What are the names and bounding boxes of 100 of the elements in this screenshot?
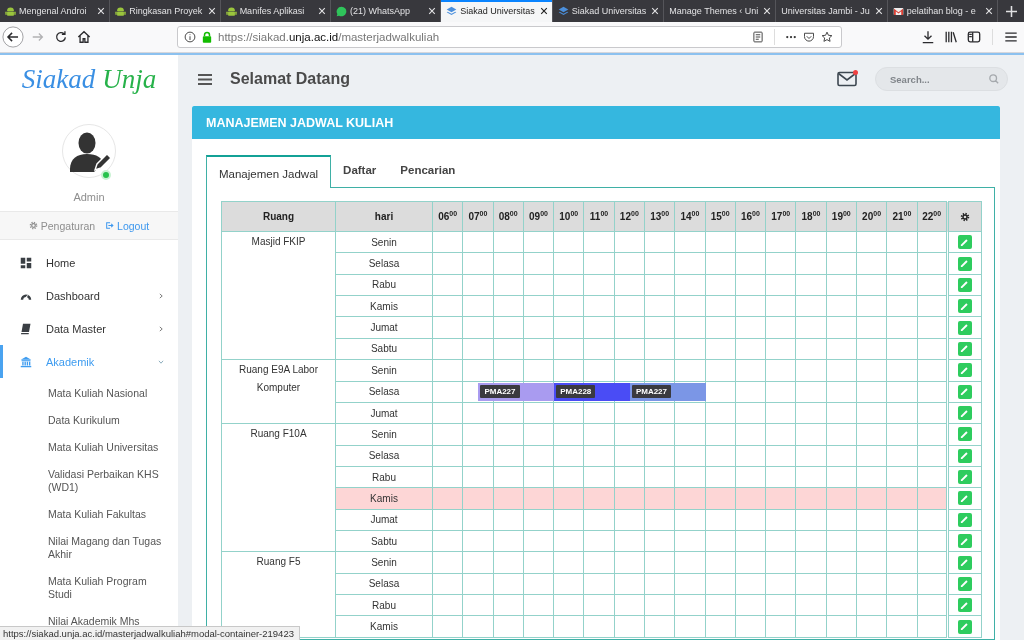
- day-cell: Selasa: [335, 445, 433, 467]
- user-name: Admin: [73, 191, 105, 203]
- day-cell: Senin: [335, 551, 433, 574]
- info-icon[interactable]: [184, 31, 196, 43]
- tab[interactable]: Manajemen Jadwal: [206, 155, 332, 188]
- reader-view-icon[interactable]: [752, 31, 764, 43]
- day-cell: Jumat: [335, 402, 433, 424]
- panel-title: MANAJEMEN JADWAL KULIAH: [192, 106, 1000, 139]
- plus-icon: [1005, 5, 1017, 17]
- column-header: 13$^{00}$: [644, 201, 675, 232]
- day-cell: Kamis: [335, 615, 433, 638]
- download-icon[interactable]: [921, 30, 935, 44]
- column-header: 14$^{00}$: [674, 201, 706, 232]
- pencil-icon: [960, 259, 970, 269]
- reload-icon[interactable]: [54, 30, 68, 44]
- submenu-item[interactable]: Mata Kuliah Fakultas: [0, 501, 178, 521]
- pencil-icon: [960, 494, 970, 503]
- status-bar: https://siakad.unja.ac.id/masterjadwalkuliah#modal-container-219423: [0, 626, 300, 640]
- day-cell: Rabu: [335, 594, 433, 616]
- close-icon[interactable]: [539, 7, 548, 15]
- menu-item[interactable]: Dashboard: [0, 279, 178, 312]
- day-cell: Selasa: [335, 573, 433, 595]
- menu-icon[interactable]: [198, 73, 212, 85]
- submenu-item[interactable]: Mata Kuliah Nasional: [0, 380, 178, 400]
- chevron-right-icon: [158, 325, 164, 332]
- robot-icon: [225, 5, 237, 17]
- avatar-icon: [62, 124, 116, 178]
- day-cell: Senin: [335, 423, 433, 446]
- back-icon[interactable]: [2, 26, 24, 48]
- logo-text: Siakad Unja: [20, 62, 158, 96]
- day-cell: Rabu: [335, 274, 433, 296]
- day-cell: Sabtu: [335, 338, 433, 360]
- pencil-icon: [960, 365, 970, 375]
- pencil-icon: [960, 429, 970, 439]
- schedule-bar[interactable]: PMA228: [554, 382, 630, 401]
- column-header: 21$^{00}$: [886, 201, 917, 232]
- day-cell: Kamis: [335, 295, 433, 317]
- bank-icon: [20, 355, 32, 368]
- pencil-icon: [960, 472, 970, 482]
- column-header: hari: [335, 201, 433, 232]
- column-header: 12$^{00}$: [614, 201, 645, 232]
- course-code-label: PMA227: [480, 385, 520, 399]
- submenu-item[interactable]: Validasi Perbaikan KHS (WD1): [0, 461, 178, 494]
- column-header: 16$^{00}$: [735, 201, 766, 232]
- layers-icon: [446, 5, 458, 17]
- tab[interactable]: Pencarian: [388, 155, 468, 187]
- chat-bubble-icon: [335, 5, 347, 17]
- column-header: 20$^{00}$: [856, 201, 887, 232]
- home-icon[interactable]: [77, 30, 91, 44]
- column-header: 10$^{00}$: [553, 201, 584, 232]
- column-header: 17$^{00}$: [765, 201, 796, 232]
- gear-icon: [959, 211, 970, 222]
- star-icon[interactable]: [821, 31, 833, 43]
- address-bar[interactable]: https://siakad.unja.ac.id/masterjadwalkuliah: [177, 26, 842, 48]
- pencil-icon: [960, 344, 970, 354]
- menu-icon[interactable]: [1004, 30, 1018, 44]
- tab[interactable]: Daftar: [331, 155, 389, 187]
- course-code-label: PMA227: [631, 385, 671, 399]
- day-cell: Jumat: [335, 509, 433, 531]
- submenu-item[interactable]: Data Kurikulum: [0, 407, 178, 427]
- room-cell: Ruang F10A: [221, 423, 336, 552]
- day-cell: Senin: [335, 359, 433, 381]
- menu-item[interactable]: Home: [0, 246, 178, 279]
- day-cell: Senin: [335, 231, 433, 253]
- room-cell: Ruang E9A Labor Komputer: [221, 359, 336, 424]
- book-icon: [20, 322, 32, 335]
- day-cell: Rabu: [335, 466, 433, 488]
- column-header: 06$^{00}$: [432, 201, 463, 232]
- logout-icon: [105, 221, 115, 230]
- column-header: 07$^{00}$: [462, 201, 494, 232]
- shield-icon[interactable]: [803, 31, 815, 43]
- url-text: https://siakad.unja.ac.id/masterjadwalkuliah: [218, 31, 440, 43]
- pencil-icon: [960, 387, 970, 397]
- browser-tab[interactable]: Siakad Universitas: [441, 0, 553, 22]
- books-icon[interactable]: [944, 30, 958, 44]
- pencil-icon: [960, 600, 970, 610]
- submenu-item[interactable]: Nilai Magang dan Tugas Akhir: [0, 528, 178, 561]
- pencil-icon: [960, 408, 970, 418]
- submenu-item[interactable]: Mata Kuliah Program Studi: [0, 568, 178, 601]
- pencil-icon: [960, 558, 970, 568]
- sidebar-icon[interactable]: [967, 30, 981, 44]
- pencil-icon: [960, 515, 970, 525]
- schedule-bar[interactable]: PMA227: [478, 382, 555, 401]
- schedule-bar[interactable]: PMA227: [629, 382, 706, 401]
- column-header: 11$^{00}$: [583, 201, 615, 232]
- day-cell: Selasa: [335, 252, 433, 275]
- column-header: 18$^{00}$: [795, 201, 827, 232]
- submenu-item[interactable]: Nilai Akademik Mhs: [0, 608, 178, 628]
- menu-item[interactable]: Data Master: [0, 312, 178, 345]
- chevron-right-icon: [158, 292, 164, 299]
- search-field[interactable]: Search...: [875, 67, 1008, 91]
- pencil-icon: [960, 237, 970, 247]
- course-code-label: PMA228: [556, 385, 596, 399]
- submenu-item[interactable]: Mata Kuliah Universitas: [0, 434, 178, 454]
- pencil-icon: [960, 301, 970, 311]
- envelope-icon[interactable]: [837, 71, 857, 87]
- column-header: 09$^{00}$: [523, 201, 554, 232]
- column-header: Ruang: [221, 201, 336, 232]
- day-cell: Selasa: [335, 381, 433, 403]
- pencil-icon: [960, 536, 970, 546]
